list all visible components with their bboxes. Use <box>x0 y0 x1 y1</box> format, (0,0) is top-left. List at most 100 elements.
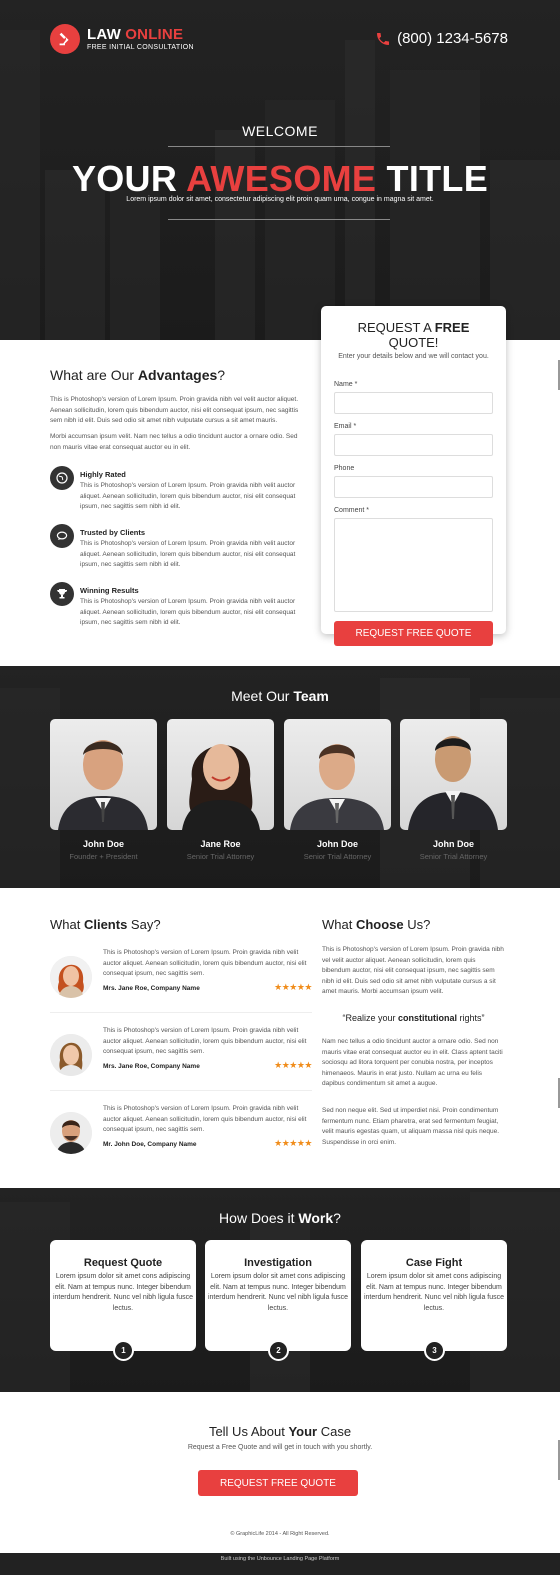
work-title: How Does it Work? <box>0 1210 560 1226</box>
client-avatar <box>50 956 92 998</box>
footer-text[interactable]: Built using the Unbounce Landing Page Pl… <box>221 1556 340 1562</box>
chat-icon <box>50 524 74 548</box>
clients-title-bold: Clients <box>83 917 128 932</box>
member-photo <box>400 719 507 830</box>
step-card: Investigation Lorem ipsum dolor sit amet… <box>205 1240 351 1361</box>
step-title: Request Quote <box>83 1257 163 1269</box>
team-section: Meet Our Team John Doe Founder + Preside… <box>0 666 560 888</box>
why-paragraph-2: Nam nec tellus a odio tincidunt auctor a… <box>322 1038 503 1087</box>
member-name: Jane Roe <box>200 839 241 849</box>
logo[interactable]: LAW ONLINE FREE INITIAL CONSULTATION <box>50 24 194 54</box>
advantages-intro-2: Morbi accumsan ipsum velit. Nam nec tell… <box>50 433 298 451</box>
member-role: Senior Trial Attorney <box>186 852 255 861</box>
phone-field[interactable] <box>334 476 493 498</box>
cta-title-bold: Your <box>288 1424 318 1439</box>
email-label: Email * <box>334 423 357 430</box>
clients-section: What Clients Say? This is Photoshop's ve… <box>0 888 560 1188</box>
logo-subtitle: FREE INITIAL CONSULTATION <box>87 44 194 51</box>
hero-title: YOUR AWESOME TITLE <box>0 158 560 200</box>
member-role: Senior Trial Attorney <box>303 852 372 861</box>
clients-title: What Clients Say? <box>50 917 161 932</box>
member-name: John Doe <box>316 839 358 849</box>
work-title-bold: Work <box>298 1210 334 1226</box>
cta-title-part1: Tell Us About <box>208 1424 289 1439</box>
clients-title-part2: Say? <box>127 917 161 932</box>
cta-subtitle: Request a Free Quote and will get in tou… <box>187 1444 373 1451</box>
clients-title-part1: What <box>50 917 84 932</box>
divider <box>50 1090 312 1091</box>
client-avatar <box>50 1112 92 1154</box>
testimonial-author: Mrs. Jane Roe, Company Name <box>103 1063 200 1070</box>
why-paragraph-1: This is Photoshop's version of Lorem Ips… <box>322 946 504 995</box>
step-number: 1 <box>113 1340 134 1361</box>
quote-title-bold: FREE <box>434 320 470 335</box>
step-title: Investigation <box>244 1257 312 1269</box>
rating-stars: ★★★★★ <box>274 982 312 992</box>
phone-label: (800) 1234-5678 <box>397 30 508 47</box>
why-title: What Choose Us? <box>322 917 430 932</box>
phone-icon <box>377 32 390 45</box>
member-name: John Doe <box>432 839 474 849</box>
feature-trusted: Trusted by Clients This is Photoshop's ve… <box>50 524 306 571</box>
member-photo <box>284 719 391 830</box>
name-label: Name * <box>334 381 358 388</box>
cta-title-part2: Case <box>317 1424 352 1439</box>
testimonial: This is Photoshop's version of Lorem Ips… <box>50 948 312 1026</box>
testimonial: This is Photoshop's version of Lorem Ips… <box>50 1026 312 1104</box>
team-member[interactable]: John Doe Founder + President <box>50 719 157 861</box>
member-name: John Doe <box>82 839 124 849</box>
email-field[interactable] <box>334 434 493 456</box>
member-role: Founder + President <box>69 852 138 861</box>
why-paragraph-3: Sed non neque elit. Sed ut imperdiet nis… <box>322 1107 500 1146</box>
feature-text: This is Photoshop's version of Lorem Ips… <box>80 482 296 510</box>
testimonial-author: Mrs. Jane Roe, Company Name <box>103 985 200 992</box>
hero-title-part2: TITLE <box>376 158 489 199</box>
testimonial-text: This is Photoshop's version of Lorem Ips… <box>103 1105 307 1133</box>
team-member[interactable]: John Doe Senior Trial Attorney <box>284 719 391 861</box>
feature-highly-rated: Highly Rated This is Photoshop's version … <box>50 466 306 513</box>
client-avatar <box>50 1034 92 1076</box>
advantages-title: What are Our Advantages? <box>50 367 225 383</box>
hero-title-part1: YOUR <box>71 158 187 199</box>
phone-label: Phone <box>334 465 355 472</box>
globe-icon <box>50 466 74 490</box>
phone-number[interactable]: (800) 1234-5678 <box>375 30 508 47</box>
comment-field[interactable] <box>334 518 493 612</box>
copyright: © GraphicLife 2014 - All Right Reserved. <box>230 1531 330 1537</box>
testimonial-text: This is Photoshop's version of Lorem Ips… <box>103 949 307 977</box>
quote-form-title: REQUEST A FREE QUOTE! <box>334 320 493 350</box>
cta-request-quote-button[interactable]: REQUEST FREE QUOTE <box>198 1470 358 1496</box>
why-title-part2: Us? <box>403 917 431 932</box>
team-member[interactable]: John Doe Senior Trial Attorney <box>400 719 507 861</box>
rating-stars: ★★★★★ <box>274 1060 312 1070</box>
step-number: 3 <box>424 1340 445 1361</box>
feature-title: Highly Rated <box>80 470 126 479</box>
trophy-icon <box>50 582 74 606</box>
feature-text: This is Photoshop's version of Lorem Ips… <box>80 540 296 568</box>
team-title-bold: Team <box>293 688 329 704</box>
step-card: Request Quote Lorem ipsum dolor sit amet… <box>50 1240 196 1361</box>
logo-title: LAW ONLINE <box>87 27 194 42</box>
advantages-title-part2: ? <box>217 367 226 383</box>
feature-winning: Winning Results This is Photoshop's versi… <box>50 582 306 629</box>
quote-title-part2: QUOTE! <box>388 335 439 350</box>
quote-title-part1: REQUEST A <box>357 320 435 335</box>
footer: Built using the Unbounce Landing Page Pl… <box>0 1553 560 1575</box>
step-number: 2 <box>268 1340 289 1361</box>
name-field[interactable] <box>334 392 493 414</box>
why-quote: “Realize your constitutional rights” <box>322 1013 505 1023</box>
feature-title: Winning Results <box>80 586 139 595</box>
quote-form: REQUEST A FREE QUOTE! Enter your details… <box>321 306 506 646</box>
hero-title-highlight: AWESOME <box>186 158 377 199</box>
why-quote-bold: constitutional <box>398 1013 457 1023</box>
request-quote-button[interactable]: REQUEST FREE QUOTE <box>334 621 493 646</box>
rating-stars: ★★★★★ <box>274 1138 312 1148</box>
divider <box>168 219 390 220</box>
work-title-part1: How Does it <box>219 1210 299 1226</box>
why-title-bold: Choose <box>355 917 404 932</box>
team-title: Meet Our Team <box>0 688 560 704</box>
team-member[interactable]: Jane Roe Senior Trial Attorney <box>167 719 274 861</box>
advantages-title-part1: What are Our <box>50 367 138 383</box>
hero-subtitle: Lorem ipsum dolor sit amet, consectetur … <box>126 196 434 203</box>
step-title: Case Fight <box>405 1257 463 1269</box>
